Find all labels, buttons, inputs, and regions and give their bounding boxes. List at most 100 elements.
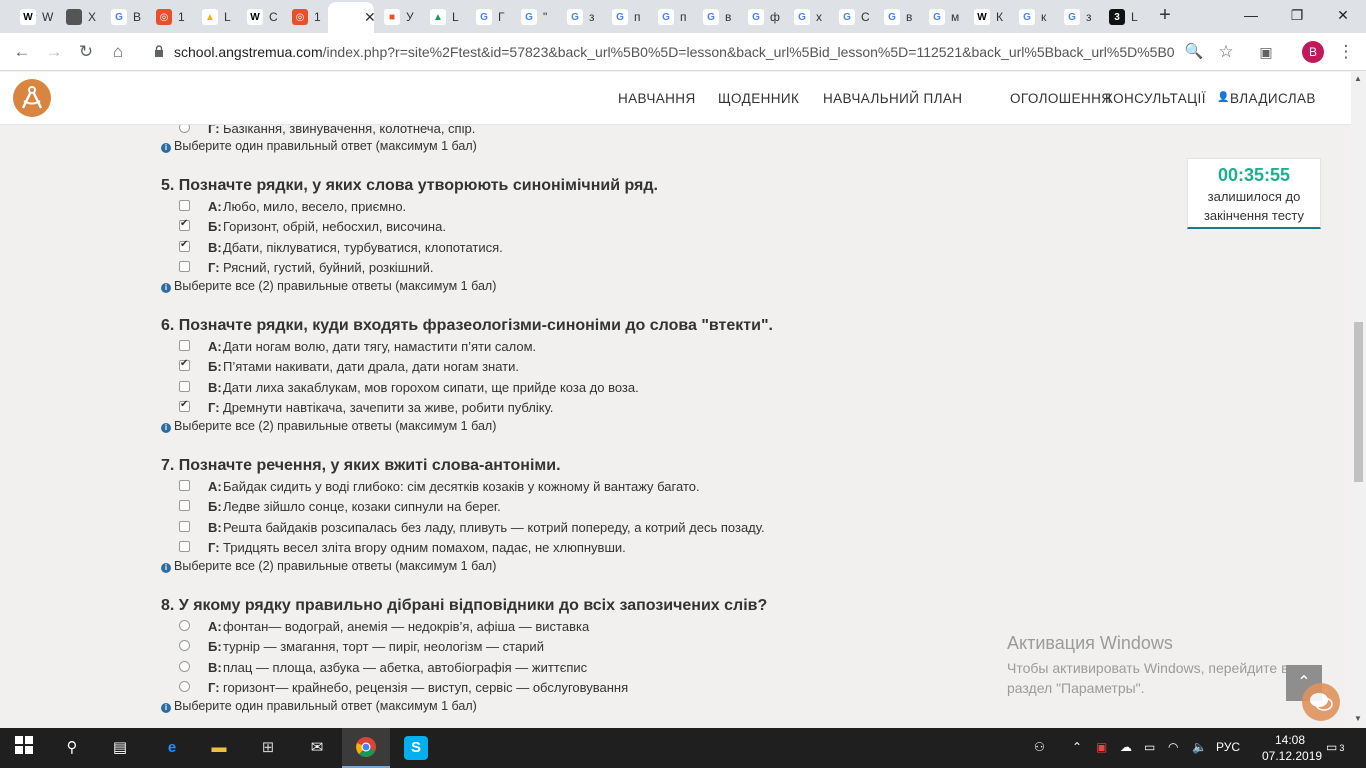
answer-checkbox[interactable] [179, 358, 190, 371]
antivirus-icon[interactable]: ▣ [1096, 740, 1107, 754]
scrollbar-thumb[interactable] [1354, 322, 1363, 482]
forward-icon[interactable]: → [42, 40, 66, 64]
user-icon: 👤 [1217, 92, 1230, 103]
answer-radio[interactable] [179, 681, 190, 692]
answer-radio[interactable] [179, 640, 190, 651]
restore-button[interactable]: ❐ [1274, 0, 1320, 30]
answer-checkbox[interactable] [179, 480, 190, 491]
hint-text: Выберите все (2) правильные ответы (макс… [174, 279, 497, 293]
browser-tab[interactable]: Gз [557, 5, 601, 29]
task-view-icon[interactable]: ▤ [108, 736, 132, 760]
nav-link[interactable]: КОНСУЛЬТАЦІЇ [1105, 91, 1206, 106]
answer-checkbox[interactable] [179, 218, 190, 231]
zoom-icon[interactable]: 🔍 [1182, 40, 1206, 64]
browser-tab[interactable]: Gф [738, 5, 782, 29]
browser-tab[interactable]: Gп [648, 5, 692, 29]
site-logo[interactable] [13, 79, 51, 117]
tray-expand-icon[interactable]: ⌃ [1072, 740, 1082, 754]
browser-tab[interactable]: X [56, 5, 100, 29]
wifi-icon[interactable]: ◠ [1168, 740, 1178, 754]
answer-radio[interactable] [179, 661, 190, 672]
reload-icon[interactable]: ↻ [74, 40, 98, 64]
browser-tab[interactable]: GB [101, 5, 145, 29]
bookmark-star-icon[interactable]: ☆ [1214, 40, 1238, 64]
browser-tab[interactable]: 3L [1099, 5, 1143, 29]
profile-avatar[interactable]: B [1302, 41, 1324, 63]
chat-bubble-icon[interactable] [1302, 683, 1340, 721]
mail-icon[interactable]: ✉ [305, 736, 329, 760]
option-letter: Б: [208, 499, 222, 514]
nav-user-menu[interactable]: 👤 ВЛАДИСЛАВ [1217, 91, 1316, 106]
action-center-icon[interactable]: ▭ 3 [1326, 740, 1344, 754]
skype-icon[interactable]: S [404, 736, 428, 760]
battery-icon[interactable]: ▭ [1144, 740, 1155, 754]
home-icon[interactable]: ⌂ [106, 40, 130, 64]
answer-checkbox[interactable] [179, 200, 190, 211]
browser-tab[interactable]: Gп [602, 5, 646, 29]
browser-tab[interactable]: ◎ 1 [146, 5, 190, 29]
search-icon[interactable]: ⚲ [60, 736, 84, 760]
nav-label: ЩОДЕННИК [718, 91, 800, 106]
people-icon[interactable]: ⚇ [1034, 740, 1045, 754]
browser-tab[interactable]: ▲ L [192, 5, 236, 29]
browser-tab[interactable]: WC [237, 5, 281, 29]
activation-text: Чтобы активировать Windows, перейдите в … [1007, 660, 1289, 696]
answer-radio[interactable] [179, 125, 190, 133]
browser-tab[interactable]: Te✕ [328, 2, 376, 33]
activation-title: Активация Windows [1007, 633, 1173, 653]
browser-tab[interactable]: WК [964, 5, 1008, 29]
edge-icon[interactable]: e [160, 736, 184, 760]
new-tab-button[interactable]: + [1153, 4, 1177, 28]
browser-tab[interactable]: GГ [466, 5, 510, 29]
scroll-up-arrow[interactable]: ▲ [1354, 74, 1362, 83]
volume-icon[interactable]: 🔈 [1192, 740, 1207, 754]
onedrive-icon[interactable]: ☁ [1120, 740, 1132, 754]
close-window-button[interactable]: ✕ [1320, 0, 1366, 30]
nav-link[interactable]: ОГОЛОШЕННЯ [1010, 91, 1111, 106]
language-indicator[interactable]: РУС [1216, 740, 1240, 754]
answer-checkbox[interactable] [179, 340, 190, 351]
answer-checkbox[interactable] [179, 541, 190, 552]
browser-tab[interactable]: ▲ L [420, 5, 464, 29]
question-title: 8. У якому рядку правильно дібрані відпо… [161, 597, 768, 614]
answer-checkbox[interactable] [179, 399, 190, 412]
extension-icon[interactable]: ▣ [1254, 40, 1278, 64]
file-explorer-icon[interactable]: ▬ [207, 736, 231, 760]
option-letter: Б: [208, 359, 222, 374]
answer-radio[interactable] [179, 620, 190, 631]
browser-tab[interactable]: Gм [919, 5, 963, 29]
question-title: 5. Позначте рядки, у яких слова утворюют… [161, 177, 658, 194]
scroll-down-arrow[interactable]: ▼ [1354, 714, 1362, 723]
answer-checkbox[interactable] [179, 521, 190, 532]
browser-tab[interactable]: GС [829, 5, 873, 29]
answer-checkbox[interactable] [179, 261, 190, 272]
option-text: Дати лиха закаблукам, мов горохом сипати… [223, 380, 639, 395]
nav-link[interactable]: НАВЧАЛЬНИЙ ПЛАН [823, 91, 962, 106]
browser-tab[interactable]: G " [511, 5, 555, 29]
browser-tab[interactable]: WW [10, 5, 54, 29]
windows-start-icon[interactable] [12, 736, 36, 760]
nav-link[interactable]: НАВЧАННЯ [618, 91, 696, 106]
store-icon[interactable]: ⊞ [256, 736, 280, 760]
browser-tab[interactable]: ■ У [374, 5, 418, 29]
minimize-button[interactable]: — [1228, 0, 1274, 30]
page-scrollbar[interactable]: ▲ ▼ [1351, 72, 1366, 727]
answer-checkbox[interactable] [179, 239, 190, 252]
browser-tab[interactable]: Gх [784, 5, 828, 29]
answer-checkbox[interactable] [179, 500, 190, 511]
browser-tab[interactable]: Gз [1054, 5, 1098, 29]
chrome-icon[interactable] [354, 736, 378, 760]
taskbar-clock[interactable]: 14:08 07.12.2019 [1262, 732, 1322, 764]
nav-link[interactable]: ЩОДЕННИК [718, 91, 799, 106]
compass-logo-icon [21, 86, 43, 109]
option-letter: Г: [208, 260, 220, 275]
browser-tab[interactable]: ◎ 1 [282, 5, 326, 29]
menu-dots-icon[interactable]: ⋮ [1334, 40, 1358, 64]
browser-tab[interactable]: Gв [693, 5, 737, 29]
address-bar[interactable]: school.angstremua.com/index.php?r=site%2… [140, 37, 1240, 67]
answer-checkbox[interactable] [179, 381, 190, 392]
browser-tab[interactable]: Gв [874, 5, 918, 29]
back-icon[interactable]: ← [10, 40, 34, 64]
tab-title: X [88, 10, 97, 24]
browser-tab[interactable]: Gк [1009, 5, 1053, 29]
